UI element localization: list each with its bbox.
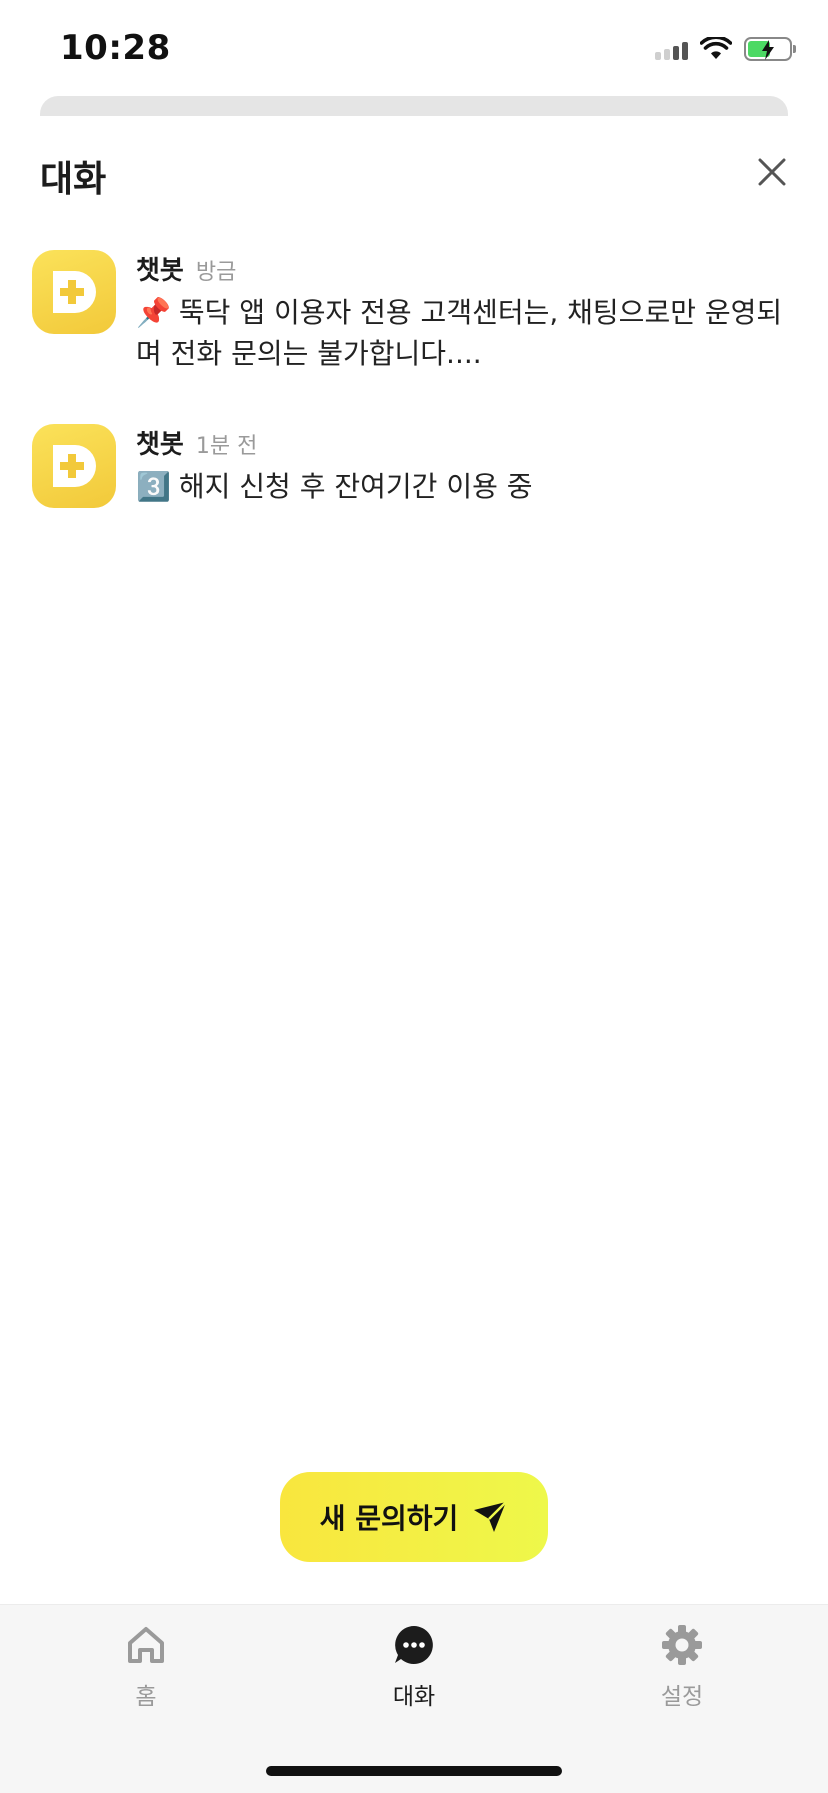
conversation-list: 챗봇 방금 📌 뚝닥 앱 이용자 전용 고객센터는, 채팅으로만 운영되며 전화 …	[0, 250, 828, 508]
header: 대화	[0, 140, 828, 204]
tab-chat[interactable]: 대화	[344, 1623, 484, 1719]
send-icon	[474, 1501, 508, 1532]
page-title: 대화	[40, 159, 107, 200]
close-button[interactable]	[750, 150, 794, 194]
message-preview: 3️⃣ 해지 신청 후 잔여기간 이용 중	[136, 466, 796, 507]
conversation-meta: 챗봇 1분 전	[136, 424, 796, 460]
chatbot-avatar	[32, 424, 116, 508]
tab-bar: 홈 대화 설정	[0, 1604, 828, 1793]
gear-icon	[660, 1623, 704, 1667]
ddokdak-logo-icon	[53, 271, 96, 313]
conversation-meta: 챗봇 방금	[136, 250, 796, 286]
pushpin-icon: 📌	[136, 296, 171, 329]
message-text: 뚝닥 앱 이용자 전용 고객센터는, 채팅으로만 운영되며 전화 문의는 불가합…	[136, 296, 783, 370]
sender-name: 챗봇	[136, 430, 184, 460]
message-time: 방금	[195, 260, 237, 285]
chat-bubble-icon	[392, 1623, 436, 1667]
ddokdak-logo-icon	[53, 445, 96, 487]
new-inquiry-label: 새 문의하기	[319, 1502, 459, 1535]
close-icon	[758, 158, 786, 186]
status-time: 10:28	[60, 28, 171, 68]
message-text: 해지 신청 후 잔여기간 이용 중	[178, 470, 533, 503]
conversation-item[interactable]: 챗봇 1분 전 3️⃣ 해지 신청 후 잔여기간 이용 중	[0, 424, 828, 508]
tab-label: 대화	[392, 1684, 436, 1710]
keycap-three-icon: 3️⃣	[136, 470, 171, 503]
tab-home[interactable]: 홈	[76, 1623, 216, 1719]
tab-label: 설정	[660, 1684, 704, 1710]
tab-settings[interactable]: 설정	[612, 1623, 752, 1719]
new-inquiry-button[interactable]: 새 문의하기	[280, 1472, 548, 1562]
sender-name: 챗봇	[136, 256, 184, 286]
tab-label: 홈	[135, 1684, 157, 1710]
conversation-body: 챗봇 1분 전 3️⃣ 해지 신청 후 잔여기간 이용 중	[136, 424, 796, 508]
conversation-item[interactable]: 챗봇 방금 📌 뚝닥 앱 이용자 전용 고객센터는, 채팅으로만 운영되며 전화 …	[0, 250, 828, 374]
wifi-icon	[700, 37, 732, 59]
status-icons	[655, 34, 796, 64]
home-indicator	[266, 1766, 562, 1776]
conversation-body: 챗봇 방금 📌 뚝닥 앱 이용자 전용 고객센터는, 채팅으로만 운영되며 전화 …	[136, 250, 796, 374]
cellular-signal-icon	[655, 38, 688, 60]
chatbot-avatar	[32, 250, 116, 334]
home-icon	[124, 1623, 168, 1667]
message-preview: 📌 뚝닥 앱 이용자 전용 고객센터는, 채팅으로만 운영되며 전화 문의는 불가…	[136, 292, 796, 374]
charging-bolt-icon	[762, 40, 774, 60]
status-bar: 10:28	[0, 0, 828, 96]
message-time: 1분 전	[195, 434, 258, 459]
sheet-handle-bar	[40, 96, 788, 116]
battery-icon	[744, 37, 796, 61]
